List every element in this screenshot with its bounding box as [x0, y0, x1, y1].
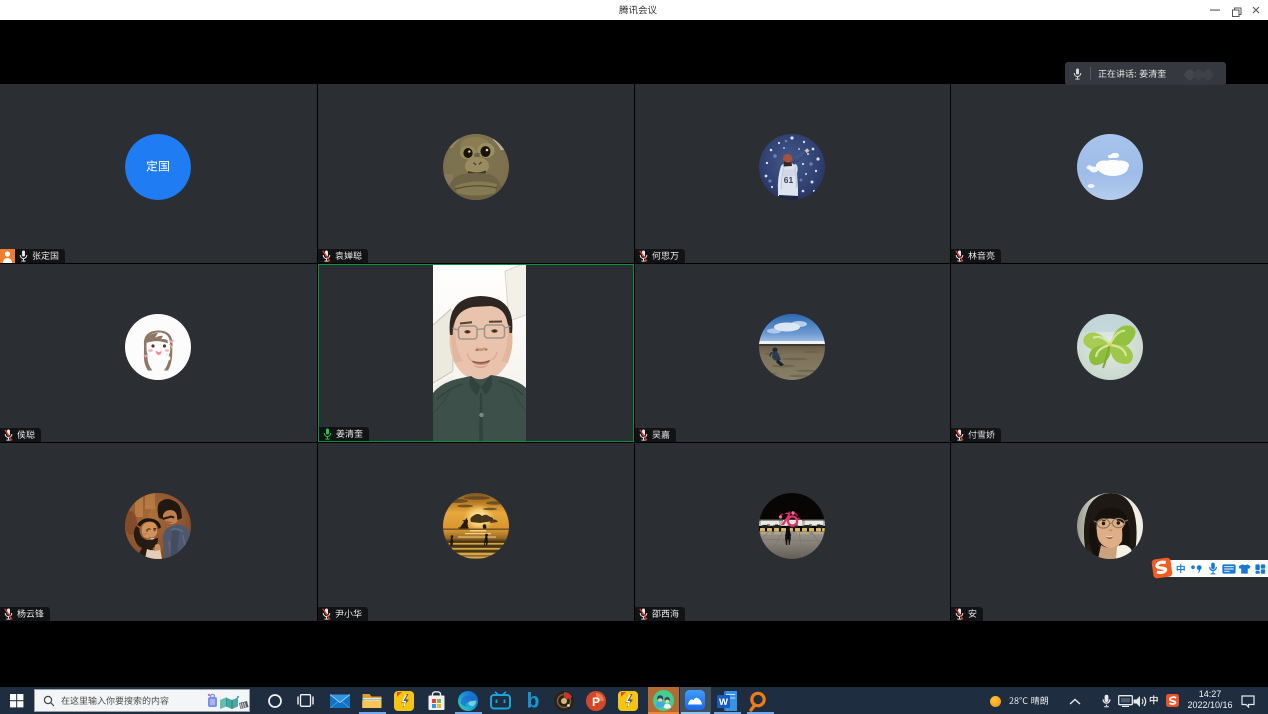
svg-text:W: W: [719, 697, 728, 708]
svg-text:P: P: [592, 695, 600, 709]
svg-text:b: b: [527, 690, 540, 713]
svg-text:61: 61: [784, 175, 794, 185]
